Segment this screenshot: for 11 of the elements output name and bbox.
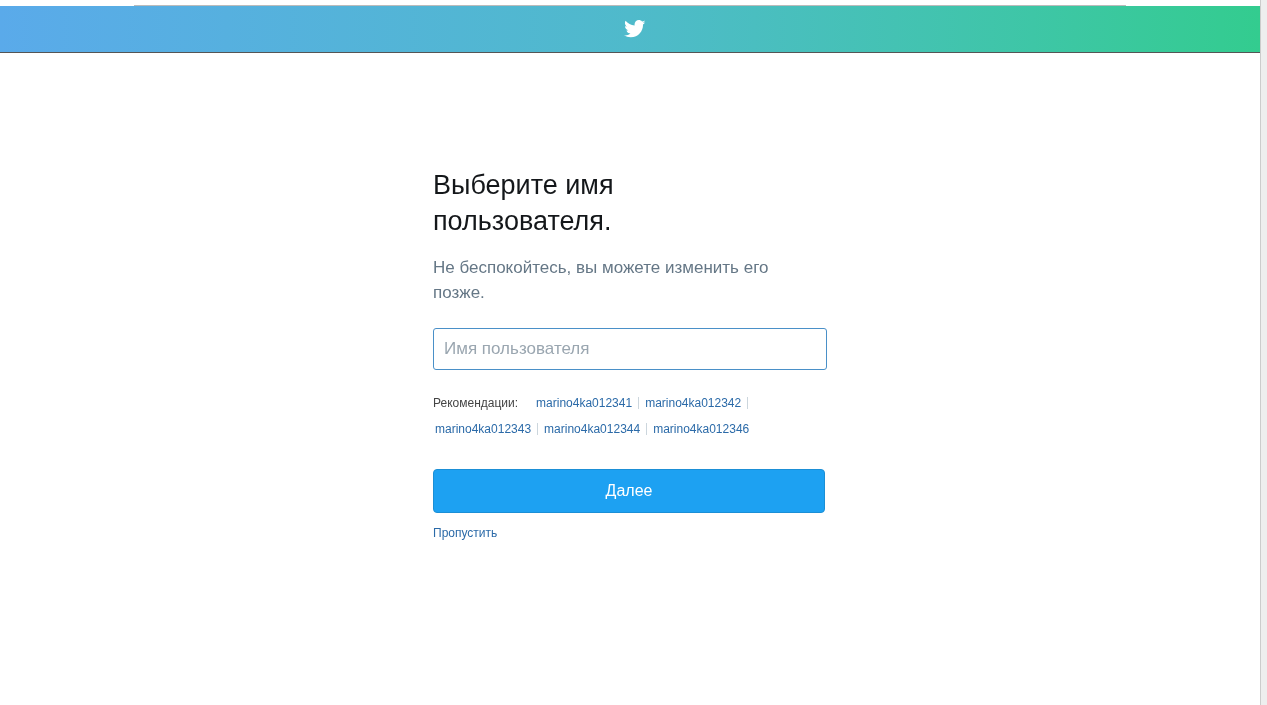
suggestion-link[interactable]: marino4ka012344 — [544, 416, 641, 442]
subtitle: Не беспокойтесь, вы можете изменить его позже. — [433, 257, 770, 304]
suggestion-link[interactable]: marino4ka012342 — [645, 390, 742, 416]
suggestions-label: Рекомендации: — [433, 395, 519, 412]
skip-link[interactable]: Пропустить — [433, 524, 498, 542]
username-field[interactable]: Имя пользователя — [433, 328, 827, 370]
suggestion-link[interactable]: marino4ka012346 — [653, 416, 750, 442]
bird-icon — [624, 20, 646, 38]
suggestion-link[interactable]: marino4ka012341 — [536, 390, 633, 416]
page-title: Выберите имя пользователя. — [433, 169, 615, 238]
suggestion-link[interactable]: marino4ka012343 — [435, 416, 532, 442]
